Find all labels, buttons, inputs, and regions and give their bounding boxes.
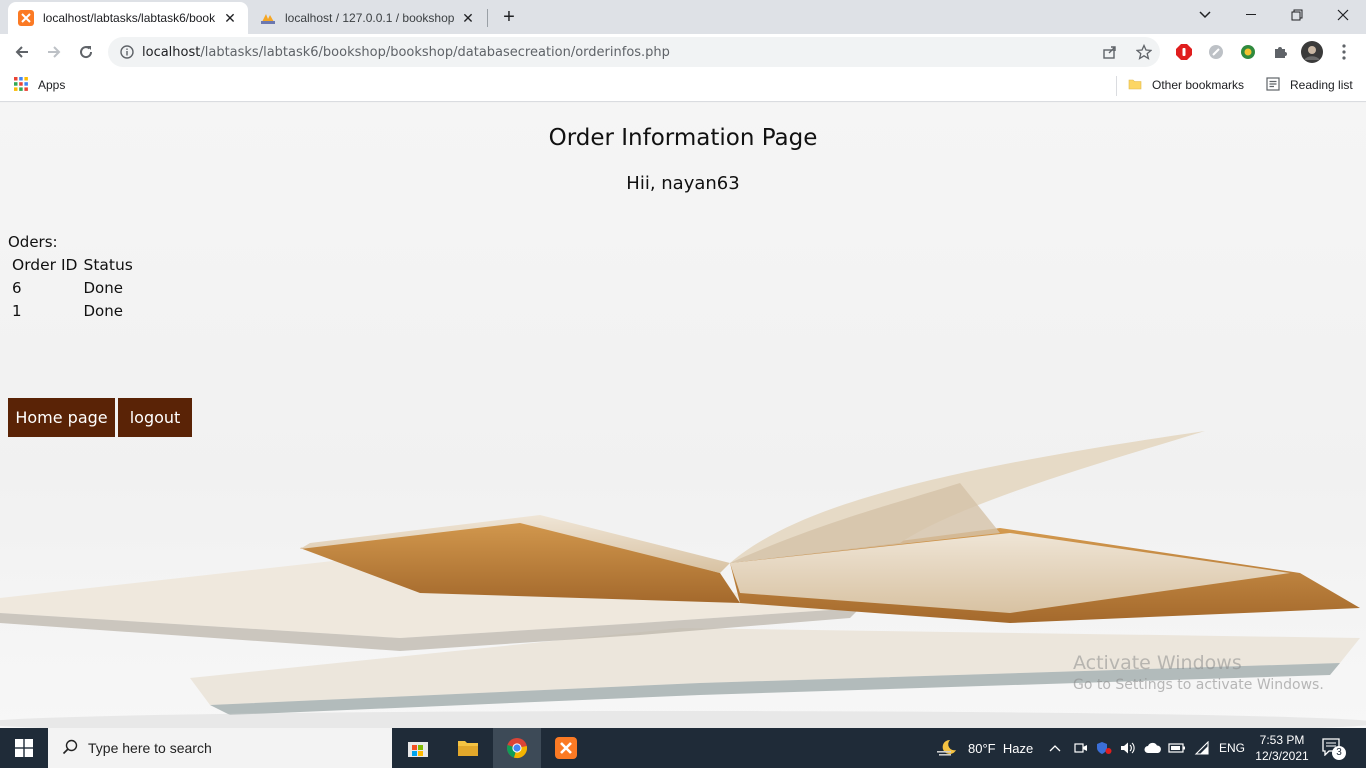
folder-icon bbox=[1128, 77, 1142, 94]
home-page-button[interactable]: Home page bbox=[8, 398, 115, 437]
onedrive-cloud-icon[interactable] bbox=[1144, 728, 1162, 768]
microsoft-store-icon[interactable] bbox=[394, 728, 442, 768]
table-header-row: Order ID Status bbox=[10, 255, 135, 275]
logout-button[interactable]: logout bbox=[118, 398, 192, 437]
moon-haze-icon bbox=[936, 738, 958, 759]
activate-windows-subtitle: Go to Settings to activate Windows. bbox=[1073, 677, 1324, 693]
taskbar-search-box[interactable]: Type here to search bbox=[48, 728, 392, 768]
apps-grid-icon bbox=[14, 76, 28, 94]
new-tab-button[interactable]: + bbox=[498, 6, 520, 28]
order-id-cell: 6 bbox=[12, 278, 22, 297]
search-icon bbox=[62, 739, 78, 758]
url-text: localhost/labtasks/labtask6/bookshop/boo… bbox=[142, 45, 670, 60]
tab-phpmyadmin[interactable]: localhost / 127.0.0.1 / bookshop ✕ bbox=[250, 2, 486, 34]
tab-separator bbox=[487, 9, 488, 27]
weather-widget[interactable]: 80°F Haze bbox=[936, 728, 1033, 768]
language-indicator[interactable]: ENG bbox=[1219, 728, 1245, 768]
search-placeholder: Type here to search bbox=[88, 740, 212, 756]
chrome-menu-icon[interactable] bbox=[1334, 42, 1354, 62]
table-row: 6 Done bbox=[10, 277, 135, 298]
browser-toolbar: localhost/labtasks/labtask6/bookshop/boo… bbox=[0, 34, 1366, 70]
clock[interactable]: 7:53 PM 12/3/2021 bbox=[1254, 728, 1310, 768]
xampp-taskbar-icon[interactable] bbox=[542, 728, 590, 768]
xampp-icon bbox=[18, 10, 34, 26]
extension-gray-icon[interactable] bbox=[1206, 42, 1226, 62]
tab-title: localhost/labtasks/labtask6/book bbox=[43, 11, 216, 25]
page-content: Order Information Page Hii, nayan63 Oder… bbox=[0, 103, 1366, 728]
windows-logo-icon bbox=[15, 739, 33, 757]
clock-time: 7:53 PM bbox=[1259, 733, 1305, 747]
tab-orderinfos[interactable]: localhost/labtasks/labtask6/book ✕ bbox=[8, 2, 248, 34]
greeting-text: Hii, nayan63 bbox=[626, 173, 740, 194]
globe-extension-icon[interactable] bbox=[1238, 42, 1258, 62]
back-button[interactable] bbox=[8, 38, 36, 66]
other-bookmarks-label: Other bookmarks bbox=[1152, 78, 1245, 92]
reading-list-label: Reading list bbox=[1290, 78, 1353, 92]
windows-taskbar: Type here to search 80°F Haze ENG 7:53 P… bbox=[0, 728, 1366, 768]
forward-button[interactable] bbox=[40, 38, 68, 66]
share-icon[interactable] bbox=[1102, 44, 1118, 60]
status-cell: Done bbox=[83, 278, 123, 297]
battery-icon[interactable] bbox=[1168, 728, 1186, 768]
phpmyadmin-icon bbox=[260, 10, 276, 26]
file-explorer-icon[interactable] bbox=[444, 728, 492, 768]
security-shield-icon[interactable] bbox=[1096, 728, 1112, 768]
orders-label: Oders: bbox=[8, 233, 58, 251]
close-window-button[interactable] bbox=[1320, 0, 1366, 30]
chevron-up-icon bbox=[1049, 745, 1061, 752]
tab-search-icon[interactable] bbox=[1182, 0, 1228, 30]
orders-table: Order ID Status 6 Done 1 Done bbox=[8, 253, 137, 323]
bookmarks-separator bbox=[1116, 76, 1117, 96]
restore-button[interactable] bbox=[1274, 0, 1320, 30]
reading-list[interactable]: Reading list bbox=[1266, 76, 1353, 94]
notification-count-badge: 3 bbox=[1332, 746, 1346, 760]
show-hidden-icons-button[interactable] bbox=[1049, 728, 1061, 768]
chrome-taskbar-icon[interactable] bbox=[493, 728, 541, 768]
table-row: 1 Done bbox=[10, 300, 135, 321]
activate-windows-title: Activate Windows bbox=[1073, 652, 1242, 674]
notification-icon: 3 bbox=[1322, 738, 1346, 760]
profile-avatar[interactable] bbox=[1300, 40, 1324, 64]
wifi-icon[interactable] bbox=[1194, 728, 1210, 768]
weather-text: 80°F Haze bbox=[968, 740, 1034, 756]
apps-label: Apps bbox=[38, 78, 66, 92]
other-bookmarks[interactable]: Other bookmarks bbox=[1128, 77, 1244, 93]
clock-date: 12/3/2021 bbox=[1255, 749, 1309, 763]
bookmark-star-icon[interactable] bbox=[1135, 43, 1153, 60]
extensions-puzzle-icon[interactable] bbox=[1270, 42, 1290, 62]
tab-close-icon[interactable]: ✕ bbox=[222, 10, 238, 26]
url-host: localhost bbox=[142, 44, 201, 60]
tab-close-icon[interactable]: ✕ bbox=[460, 10, 476, 26]
tab-strip: localhost/labtasks/labtask6/book ✕ local… bbox=[0, 0, 1366, 34]
url-path: /labtasks/labtask6/bookshop/bookshop/dat… bbox=[200, 44, 670, 60]
status-cell: Done bbox=[83, 301, 123, 320]
reading-list-icon bbox=[1266, 76, 1280, 94]
page-title: Order Information Page bbox=[548, 125, 818, 151]
reload-button[interactable] bbox=[72, 38, 100, 66]
address-bar[interactable]: localhost/labtasks/labtask6/bookshop/boo… bbox=[108, 37, 1160, 67]
apps-bookmark[interactable]: Apps bbox=[14, 76, 66, 94]
order-id-cell: 1 bbox=[12, 301, 22, 320]
volume-icon[interactable] bbox=[1120, 728, 1136, 768]
column-header-order-id: Order ID bbox=[12, 256, 78, 274]
bookmarks-bar: Apps Other bookmarks Reading list bbox=[0, 70, 1366, 102]
adblock-extension-icon[interactable] bbox=[1174, 42, 1194, 62]
meet-now-icon[interactable] bbox=[1074, 728, 1088, 768]
tab-title: localhost / 127.0.0.1 / bookshop bbox=[285, 11, 455, 25]
column-header-status: Status bbox=[83, 256, 133, 274]
start-button[interactable] bbox=[0, 728, 48, 768]
action-center-button[interactable]: 3 bbox=[1322, 728, 1346, 768]
site-info-icon[interactable] bbox=[112, 45, 142, 59]
minimize-button[interactable] bbox=[1228, 0, 1274, 30]
